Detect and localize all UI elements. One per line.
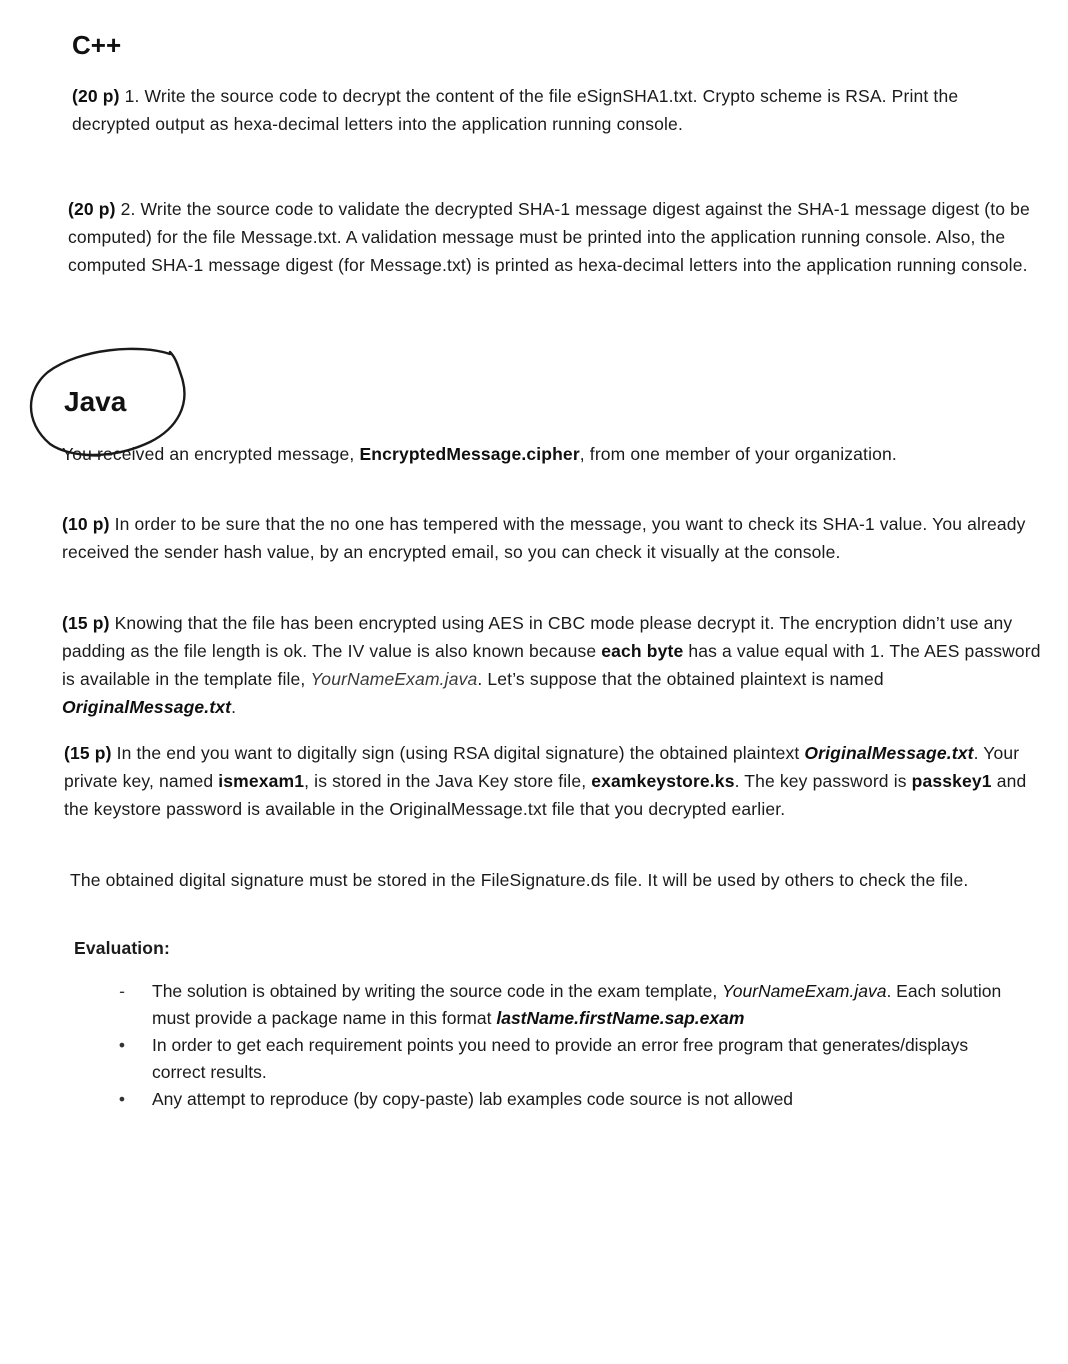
java-question-3: (15 p) In the end you want to digitally … <box>64 739 1054 823</box>
question-text-4: . <box>231 697 237 717</box>
list-item: • Any attempt to reproduce (by copy-past… <box>112 1086 1012 1113</box>
java-heading: Java <box>64 386 127 417</box>
java-question-1: (10 p) In order to be sure that the no o… <box>62 510 1062 566</box>
emphasis-each-byte: each byte <box>601 641 684 661</box>
intro-text: You received an encrypted message, <box>62 444 360 464</box>
template-file-name: YourNameExam.java <box>722 981 887 1001</box>
plaintext-file-name: OriginalMessage.txt <box>804 743 974 763</box>
points-label: (15 p) <box>62 613 110 633</box>
signature-note: The obtained digital signature must be s… <box>70 870 969 890</box>
bullet-mark: • <box>118 1035 126 1055</box>
points-label: (15 p) <box>64 743 112 763</box>
package-format: lastName.firstName.sap.exam <box>496 1008 745 1028</box>
encrypted-file-name: EncryptedMessage.cipher <box>359 444 580 464</box>
plaintext-file-name: OriginalMessage.txt <box>62 697 232 717</box>
document-page: C++ (20 p) 1. Write the source code to d… <box>0 0 1068 1364</box>
item-text: The solution is obtained by writing the … <box>152 981 723 1001</box>
question-text: 1. Write the source code to decrypt the … <box>72 86 959 134</box>
cpp-question-2: (20 p) 2. Write the source code to valid… <box>68 195 1058 279</box>
list-item: • In order to get each requirement point… <box>112 1032 1012 1086</box>
points-label: (20 p) <box>72 86 120 106</box>
question-text-3: . Let’s suppose that the obtained plaint… <box>477 669 884 689</box>
question-text-4: . The key password is <box>734 771 912 791</box>
question-text-3: , is stored in the Java Key store file, <box>304 771 592 791</box>
key-alias: ismexam1 <box>218 771 305 791</box>
java-question-2: (15 p) Knowing that the file has been en… <box>62 609 1052 721</box>
question-text: In the end you want to digitally sign (u… <box>111 743 805 763</box>
cpp-heading: C++ <box>72 30 122 60</box>
points-label: (10 p) <box>62 514 110 534</box>
cpp-question-1: (20 p) 1. Write the source code to decry… <box>72 82 1032 138</box>
keystore-file-name: examkeystore.ks <box>591 771 735 791</box>
evaluation-list: - The solution is obtained by writing th… <box>112 978 1012 1113</box>
question-text: In order to be sure that the no one has … <box>62 514 1026 562</box>
item-text: In order to get each requirement points … <box>152 1035 969 1082</box>
intro-text-end: , from one member of your organization. <box>579 444 897 464</box>
list-item: - The solution is obtained by writing th… <box>112 978 1012 1032</box>
key-password: passkey1 <box>911 771 992 791</box>
item-text: Any attempt to reproduce (by copy-paste)… <box>152 1089 794 1109</box>
template-file-name: YourNameExam.java <box>310 669 478 689</box>
evaluation-heading: Evaluation: <box>74 938 170 958</box>
points-label: (20 p) <box>68 199 116 219</box>
java-intro: You received an encrypted message, Encry… <box>62 440 1022 468</box>
bullet-mark: • <box>118 1089 126 1109</box>
bullet-mark: - <box>119 981 125 1001</box>
question-text: 2. Write the source code to validate the… <box>68 199 1030 275</box>
